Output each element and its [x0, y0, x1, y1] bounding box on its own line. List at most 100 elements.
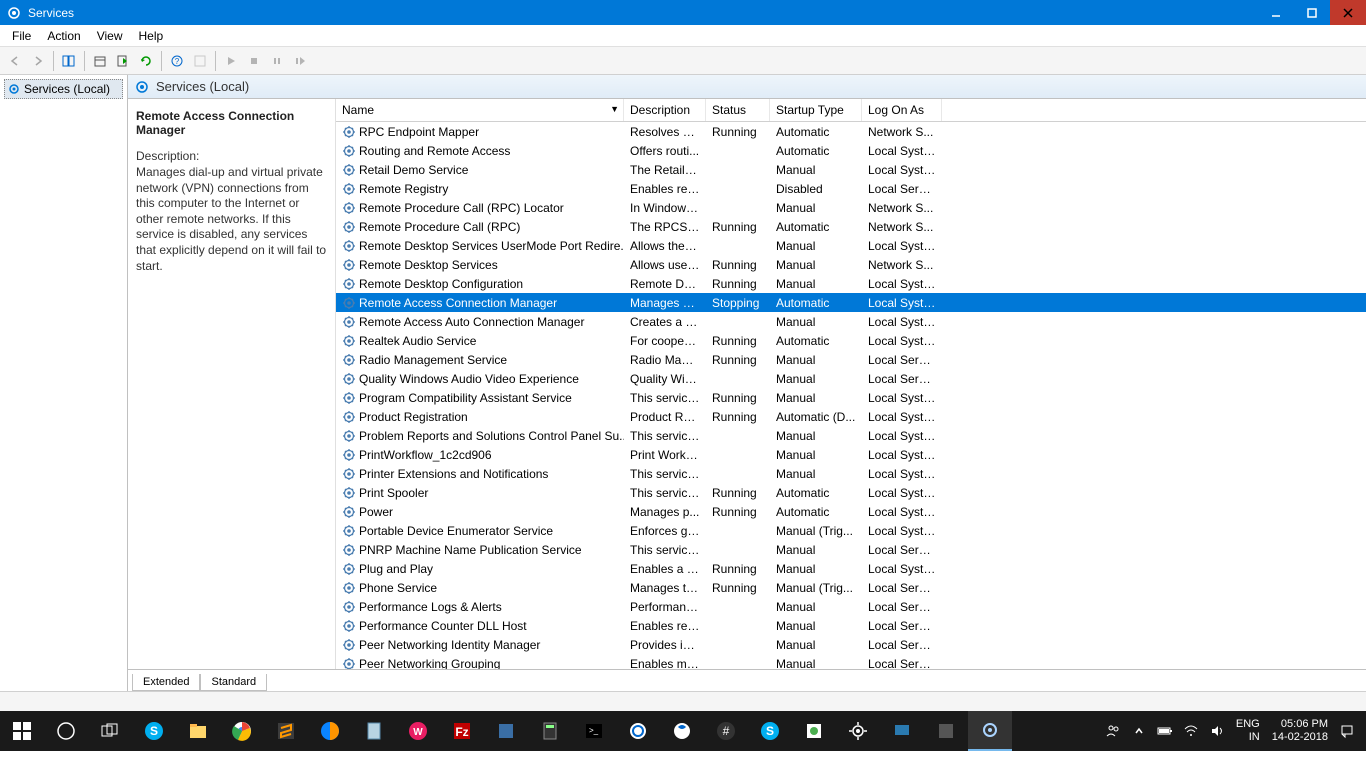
service-row[interactable]: Routing and Remote AccessOffers routi...… — [336, 141, 1366, 160]
taskbar-wamp-icon[interactable]: W — [396, 711, 440, 751]
help-button[interactable]: ? — [166, 50, 188, 72]
service-row[interactable]: Remote Access Auto Connection ManagerCre… — [336, 312, 1366, 331]
service-row[interactable]: Peer Networking Identity ManagerProvides… — [336, 635, 1366, 654]
service-row[interactable]: Portable Device Enumerator ServiceEnforc… — [336, 521, 1366, 540]
taskbar-app3-icon[interactable] — [660, 711, 704, 751]
tray-clock[interactable]: 05:06 PM 14-02-2018 — [1266, 718, 1334, 744]
nav-back-button[interactable] — [4, 50, 26, 72]
column-name[interactable]: Name▼ — [336, 99, 624, 121]
taskbar-app1-icon[interactable] — [484, 711, 528, 751]
taskbar-firefox-icon[interactable] — [308, 711, 352, 751]
restart-service-button[interactable] — [289, 50, 311, 72]
show-hide-tree-button[interactable] — [58, 50, 80, 72]
menu-view[interactable]: View — [89, 26, 131, 46]
start-button[interactable] — [0, 711, 44, 751]
service-row[interactable]: Remote Access Connection ManagerManages … — [336, 293, 1366, 312]
service-log-on-as: Local Service — [862, 352, 942, 368]
service-row[interactable]: Product RegistrationProduct Re...Running… — [336, 407, 1366, 426]
taskbar-app5-icon[interactable] — [880, 711, 924, 751]
close-button[interactable] — [1330, 0, 1366, 25]
help2-button[interactable] — [189, 50, 211, 72]
column-startup-type[interactable]: Startup Type — [770, 99, 862, 121]
refresh-button[interactable] — [135, 50, 157, 72]
taskbar-cmd-icon[interactable]: >_ — [572, 711, 616, 751]
taskbar-calculator-icon[interactable] — [528, 711, 572, 751]
service-name: Radio Management Service — [359, 353, 507, 367]
tree-services-local[interactable]: Services (Local) — [4, 79, 123, 99]
services-list[interactable]: Name▼ Description Status Startup Type Lo… — [336, 99, 1366, 669]
tray-battery-icon[interactable] — [1152, 711, 1178, 751]
gear-icon — [342, 182, 356, 196]
taskbar-skype-icon[interactable]: S — [132, 711, 176, 751]
taskbar-settings-icon[interactable] — [836, 711, 880, 751]
menu-help[interactable]: Help — [131, 26, 172, 46]
export-list-button[interactable] — [112, 50, 134, 72]
menu-action[interactable]: Action — [39, 26, 88, 46]
service-startup-type: Manual — [770, 618, 862, 634]
properties-button[interactable] — [89, 50, 111, 72]
taskbar-sublime-icon[interactable] — [264, 711, 308, 751]
taskbar-filezilla-icon[interactable]: Fz — [440, 711, 484, 751]
service-row[interactable]: PrintWorkflow_1c2cd906Print Workfl...Man… — [336, 445, 1366, 464]
start-service-button[interactable] — [220, 50, 242, 72]
description-label: Description: — [136, 149, 327, 163]
pause-service-button[interactable] — [266, 50, 288, 72]
service-status: Running — [706, 333, 770, 349]
cortana-button[interactable] — [44, 711, 88, 751]
taskbar-app4-icon[interactable] — [792, 711, 836, 751]
taskbar-notepad-icon[interactable] — [352, 711, 396, 751]
service-row[interactable]: Remote Desktop Services UserMode Port Re… — [336, 236, 1366, 255]
minimize-button[interactable] — [1258, 0, 1294, 25]
gear-icon — [342, 581, 356, 595]
maximize-button[interactable] — [1294, 0, 1330, 25]
service-row[interactable]: Remote Procedure Call (RPC)The RPCSS ...… — [336, 217, 1366, 236]
taskbar-slack-icon[interactable]: # — [704, 711, 748, 751]
service-description: The Retail D... — [624, 162, 706, 178]
service-row[interactable]: Remote Desktop ConfigurationRemote Des..… — [336, 274, 1366, 293]
service-row[interactable]: Remote Procedure Call (RPC) LocatorIn Wi… — [336, 198, 1366, 217]
tray-chevron-up-icon[interactable] — [1126, 711, 1152, 751]
taskbar-services-icon[interactable] — [968, 711, 1012, 751]
stop-service-button[interactable] — [243, 50, 265, 72]
service-row[interactable]: Peer Networking GroupingEnables mul...Ma… — [336, 654, 1366, 669]
tray-language[interactable]: ENG IN — [1230, 718, 1266, 744]
menu-file[interactable]: File — [4, 26, 39, 46]
column-status[interactable]: Status — [706, 99, 770, 121]
service-row[interactable]: Performance Counter DLL HostEnables rem.… — [336, 616, 1366, 635]
service-row[interactable]: Performance Logs & AlertsPerformanc...Ma… — [336, 597, 1366, 616]
service-row[interactable]: Retail Demo ServiceThe Retail D...Manual… — [336, 160, 1366, 179]
taskbar-chrome-icon[interactable] — [220, 711, 264, 751]
service-row[interactable]: Remote Desktop ServicesAllows user...Run… — [336, 255, 1366, 274]
service-row[interactable]: Realtek Audio ServiceFor coopera...Runni… — [336, 331, 1366, 350]
service-row[interactable]: Print SpoolerThis service ...RunningAuto… — [336, 483, 1366, 502]
service-row[interactable]: Problem Reports and Solutions Control Pa… — [336, 426, 1366, 445]
taskbar-app2-icon[interactable] — [616, 711, 660, 751]
service-row[interactable]: Remote RegistryEnables rem...DisabledLoc… — [336, 179, 1366, 198]
taskbar-skype2-icon[interactable]: S — [748, 711, 792, 751]
tray-people-icon[interactable] — [1100, 711, 1126, 751]
column-description[interactable]: Description — [624, 99, 706, 121]
tab-standard[interactable]: Standard — [200, 674, 267, 691]
tray-notifications-icon[interactable] — [1334, 711, 1360, 751]
task-view-button[interactable] — [88, 711, 132, 751]
service-row[interactable]: Radio Management ServiceRadio Mana...Run… — [336, 350, 1366, 369]
tab-extended[interactable]: Extended — [132, 674, 200, 691]
console-tree-pane[interactable]: Services (Local) — [0, 75, 128, 691]
service-row[interactable]: PNRP Machine Name Publication ServiceThi… — [336, 540, 1366, 559]
service-row[interactable]: Program Compatibility Assistant ServiceT… — [336, 388, 1366, 407]
service-row[interactable]: Quality Windows Audio Video ExperienceQu… — [336, 369, 1366, 388]
service-log-on-as: Local Service — [862, 618, 942, 634]
service-row[interactable]: PowerManages p...RunningAutomaticLocal S… — [336, 502, 1366, 521]
menubar: File Action View Help — [0, 25, 1366, 47]
tray-volume-icon[interactable] — [1204, 711, 1230, 751]
service-status: Running — [706, 504, 770, 520]
column-log-on-as[interactable]: Log On As — [862, 99, 942, 121]
service-row[interactable]: Plug and PlayEnables a c...RunningManual… — [336, 559, 1366, 578]
service-row[interactable]: Printer Extensions and NotificationsThis… — [336, 464, 1366, 483]
taskbar-app6-icon[interactable] — [924, 711, 968, 751]
service-row[interactable]: RPC Endpoint MapperResolves RP...Running… — [336, 122, 1366, 141]
service-row[interactable]: Phone ServiceManages th...RunningManual … — [336, 578, 1366, 597]
tray-wifi-icon[interactable] — [1178, 711, 1204, 751]
taskbar-file-explorer-icon[interactable] — [176, 711, 220, 751]
nav-forward-button[interactable] — [27, 50, 49, 72]
